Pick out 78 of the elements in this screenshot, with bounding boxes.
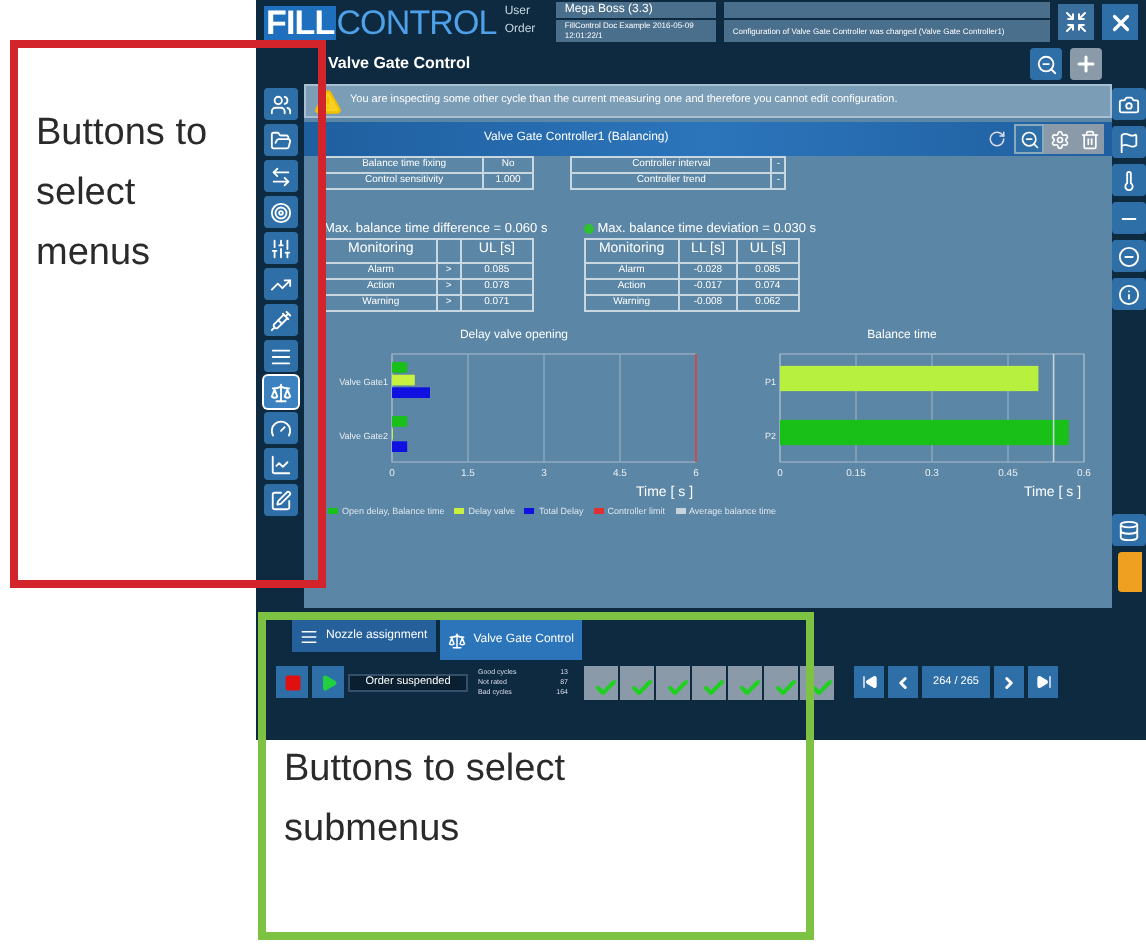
sensor-status[interactable]: [764, 665, 798, 699]
reference-line: [1052, 352, 1055, 462]
zoom-out-icon: [1035, 53, 1057, 75]
sensor-status[interactable]: [584, 665, 618, 699]
previous-icon: [894, 673, 912, 691]
next-button[interactable]: [994, 666, 1024, 698]
info-button[interactable]: [1112, 278, 1146, 310]
people-button[interactable]: [263, 88, 297, 120]
chart-button[interactable]: [263, 448, 297, 480]
zoom-out-button[interactable]: [1014, 124, 1044, 154]
trash-icon: [1079, 129, 1099, 149]
arrows-icon: [269, 165, 291, 187]
plus-icon: [1074, 52, 1098, 76]
column-header: [436, 239, 461, 262]
delete-button[interactable]: [1074, 124, 1104, 154]
skip-forward-icon: [1035, 674, 1051, 690]
curve-button[interactable]: [263, 268, 297, 300]
scale-icon: [447, 631, 466, 649]
scale-button[interactable]: [263, 376, 297, 408]
sliders-icon: [269, 237, 291, 259]
target-icon: [269, 201, 291, 223]
shrink-button[interactable]: [1058, 4, 1094, 40]
annotation-text: Buttons to select submenus: [284, 746, 567, 854]
folder-button[interactable]: [263, 124, 297, 156]
people-icon: [269, 93, 291, 115]
lines-icon: [300, 627, 318, 645]
gauge-icon: [269, 417, 291, 439]
scale-icon: [269, 381, 291, 403]
refresh-icon: [988, 130, 1006, 148]
zoom-out-button[interactable]: [1030, 48, 1062, 80]
flag-button[interactable]: [1112, 126, 1146, 158]
camera-button[interactable]: [1112, 88, 1146, 120]
minus-circle-button[interactable]: [1112, 240, 1146, 272]
target-button[interactable]: [263, 196, 297, 228]
flag-icon: [1118, 131, 1140, 153]
syringe-button[interactable]: [263, 304, 297, 336]
next-icon: [1000, 673, 1018, 691]
warning-icon: [314, 87, 342, 115]
last-button[interactable]: [1028, 666, 1058, 698]
sensor-status[interactable]: [692, 665, 726, 699]
arrows-button[interactable]: [263, 160, 297, 192]
sensor-status[interactable]: [620, 665, 654, 699]
edit-icon: [269, 489, 291, 511]
play-button[interactable]: [312, 666, 344, 698]
annotation-text: Buttons to select menus: [36, 110, 210, 278]
info-icon: [1118, 283, 1140, 305]
lines-icon: [269, 345, 291, 367]
camera-icon: [1118, 93, 1140, 115]
side-tab[interactable]: [1117, 552, 1141, 592]
chart-icon: [269, 453, 291, 475]
logo: FILLCONTROL: [264, 5, 497, 39]
reference-line: [695, 352, 697, 462]
thermometer-button[interactable]: [1112, 164, 1146, 196]
minus-button[interactable]: [1112, 202, 1146, 234]
gauge-button[interactable]: [263, 412, 297, 444]
settings-icon: [1049, 129, 1069, 149]
database-icon: [1118, 519, 1140, 541]
database-button[interactable]: [1112, 514, 1146, 546]
play-icon: [319, 673, 337, 691]
page-title: Valve Gate Control: [326, 52, 473, 76]
folder-icon: [269, 129, 291, 151]
settings-button[interactable]: [1044, 124, 1074, 154]
skip-back-icon: [861, 674, 877, 690]
previous-button[interactable]: [888, 666, 918, 698]
stop-icon: [283, 673, 301, 691]
zoom-out-icon: [1019, 129, 1039, 149]
add-button[interactable]: [1070, 48, 1102, 80]
syringe-icon: [269, 309, 291, 331]
minus-circle-icon: [1118, 245, 1140, 267]
sensor-status[interactable]: [656, 665, 690, 699]
first-button[interactable]: [854, 666, 884, 698]
sensor-status[interactable]: [728, 665, 762, 699]
sliders-button[interactable]: [263, 232, 297, 264]
lines-button[interactable]: [263, 340, 297, 372]
close-button[interactable]: [1102, 4, 1138, 40]
close-icon: [1107, 9, 1133, 35]
shrink-icon: [1064, 10, 1088, 34]
edit-button[interactable]: [263, 484, 297, 516]
